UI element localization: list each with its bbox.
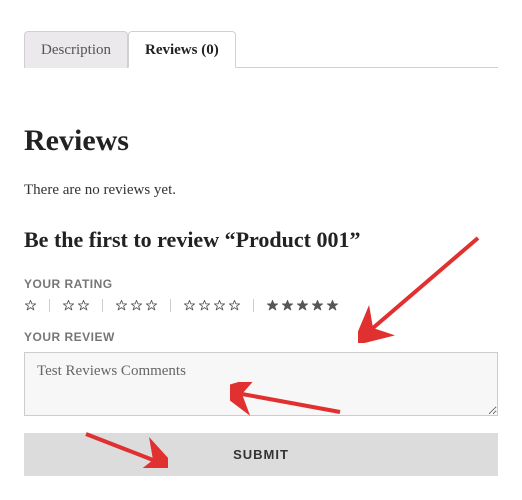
review-prompt: Be the first to review “Product 001”	[24, 227, 498, 253]
rating-label: YOUR RATING	[24, 277, 498, 291]
rating-1-stars[interactable]	[24, 299, 49, 312]
rating-4-stars[interactable]	[170, 299, 253, 312]
reviews-heading: Reviews	[24, 124, 498, 158]
star-icon	[62, 299, 75, 312]
star-icon	[183, 299, 196, 312]
reviews-panel: Reviews There are no reviews yet. Be the…	[24, 68, 498, 476]
star-icon	[296, 299, 309, 312]
submit-button[interactable]: SUBMIT	[24, 433, 498, 476]
star-icon	[311, 299, 324, 312]
star-icon	[145, 299, 158, 312]
star-icon	[326, 299, 339, 312]
tab-description[interactable]: Description	[24, 31, 128, 68]
review-label: YOUR REVIEW	[24, 330, 498, 344]
tab-reviews[interactable]: Reviews (0)	[128, 31, 236, 68]
rating-2-stars[interactable]	[49, 299, 102, 312]
star-icon	[213, 299, 226, 312]
star-icon	[130, 299, 143, 312]
review-textarea[interactable]	[24, 352, 498, 416]
rating-selector	[24, 299, 498, 312]
star-icon	[228, 299, 241, 312]
star-icon	[77, 299, 90, 312]
star-icon	[266, 299, 279, 312]
rating-5-stars[interactable]	[253, 299, 351, 312]
star-icon	[198, 299, 211, 312]
star-icon	[281, 299, 294, 312]
no-reviews-text: There are no reviews yet.	[24, 182, 498, 199]
star-icon	[115, 299, 128, 312]
tabs: Description Reviews (0)	[24, 30, 498, 68]
star-icon	[24, 299, 37, 312]
rating-3-stars[interactable]	[102, 299, 170, 312]
